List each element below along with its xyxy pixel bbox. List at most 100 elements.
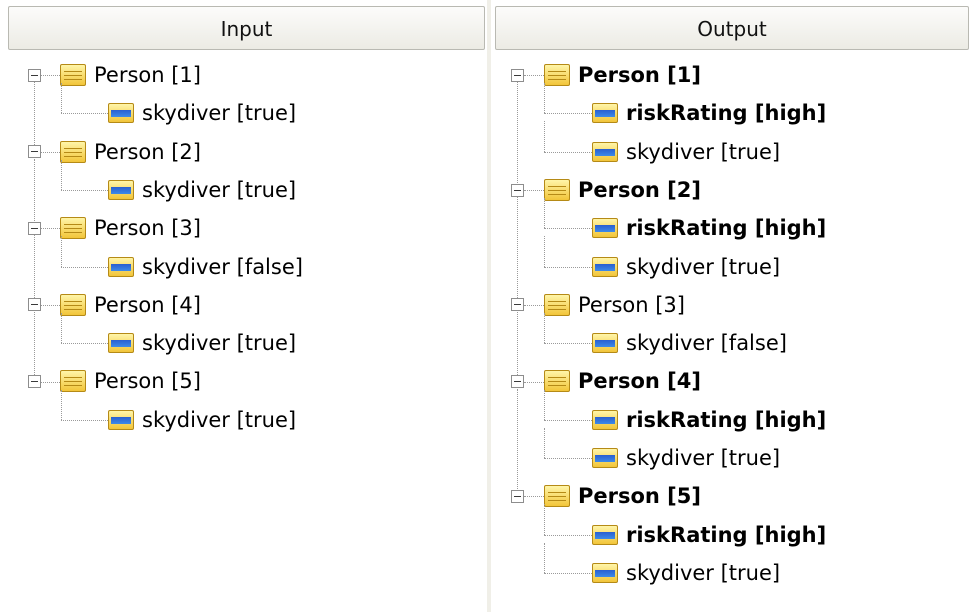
field-icon — [108, 103, 134, 124]
collapse-icon[interactable] — [511, 298, 524, 312]
person-label: Person [1] — [578, 63, 701, 87]
field-icon — [108, 409, 134, 430]
collapse-icon[interactable] — [511, 68, 524, 82]
tree-connector — [524, 381, 544, 383]
field-label: riskRating [high] — [626, 216, 827, 241]
tree-connector — [61, 266, 108, 268]
collapse-icon[interactable] — [28, 221, 41, 235]
field-label: skydiver [true] — [626, 254, 781, 279]
tree-node-field[interactable]: skydiver [true] — [592, 133, 780, 171]
tree-connector — [34, 235, 35, 298]
field-icon — [592, 524, 618, 545]
tree-connector — [544, 419, 592, 421]
tree-connector — [524, 190, 544, 192]
field-icon — [592, 141, 618, 162]
tree-node-field[interactable]: skydiver [true] — [592, 439, 780, 477]
tree-connector — [544, 113, 592, 115]
tree-node-field[interactable]: riskRating [high] — [592, 209, 826, 247]
tree-node-person[interactable]: Person [2] — [60, 133, 201, 171]
tree-node-field[interactable]: riskRating [high] — [592, 516, 826, 554]
person-label: Person [1] — [94, 63, 201, 87]
field-label: skydiver [true] — [626, 139, 781, 164]
tree-node-person[interactable]: Person [5] — [544, 477, 701, 515]
tree-connector — [544, 198, 545, 229]
tree-connector — [544, 151, 592, 153]
tree-connector — [544, 121, 545, 152]
tree-node-person[interactable]: Person [2] — [544, 171, 701, 209]
field-label: skydiver [false] — [626, 331, 787, 356]
tree-node-person[interactable]: Person [4] — [60, 286, 201, 324]
tree-node-person[interactable]: Person [1] — [544, 56, 701, 94]
object-icon — [544, 485, 570, 508]
object-icon — [60, 140, 86, 163]
person-label: Person [5] — [94, 369, 201, 394]
tree-connector — [544, 266, 592, 268]
tree-connector — [544, 427, 545, 459]
field-icon — [108, 256, 134, 277]
tree-node-field[interactable]: riskRating [high] — [592, 401, 826, 439]
tree-node-field[interactable]: skydiver [true] — [108, 324, 296, 362]
tree-connector — [41, 75, 60, 77]
field-label: riskRating [high] — [626, 522, 827, 547]
tree-node-field[interactable]: riskRating [high] — [592, 94, 826, 132]
tree-node-field[interactable]: skydiver [true] — [592, 248, 780, 286]
field-icon — [108, 333, 134, 354]
tree-connector — [544, 504, 545, 535]
output-panel: Output Person [1] riskRating [high] skydiv… — [491, 0, 973, 612]
collapse-icon[interactable] — [28, 145, 41, 159]
field-label: skydiver [true] — [626, 446, 781, 470]
tree-connector — [544, 389, 545, 420]
collapse-icon[interactable] — [511, 183, 524, 197]
collapse-icon[interactable] — [511, 375, 524, 389]
tree-connector — [61, 83, 62, 114]
tree-connector — [524, 496, 544, 498]
tree-node-field[interactable]: skydiver [true] — [108, 401, 296, 439]
input-panel: Input Person [1] skydiver [true] Person [2… — [0, 0, 487, 612]
tree-connector — [61, 113, 108, 115]
field-icon — [592, 562, 618, 583]
tree-node-field[interactable]: skydiver [true] — [592, 554, 780, 592]
tree-node-person[interactable]: Person [4] — [544, 362, 701, 400]
input-tree: Person [1] skydiver [true] Person [2] skydi… — [0, 0, 487, 612]
person-label: Person [2] — [578, 177, 701, 202]
tree-connector — [544, 228, 592, 230]
tree-connector — [544, 236, 545, 267]
collapse-icon[interactable] — [28, 68, 41, 82]
tree-connector — [41, 228, 60, 230]
object-icon — [60, 64, 86, 86]
field-icon — [592, 256, 618, 277]
person-label: Person [3] — [94, 216, 201, 241]
tree-connector — [544, 458, 592, 460]
tree-connector — [61, 312, 62, 344]
object-icon — [60, 217, 86, 240]
tree-node-field[interactable]: skydiver [true] — [108, 94, 296, 132]
field-label: skydiver [true] — [142, 101, 297, 126]
field-icon — [592, 409, 618, 430]
tree-node-person[interactable]: Person [3] — [60, 209, 201, 247]
collapse-icon[interactable] — [511, 489, 524, 503]
collapse-icon[interactable] — [28, 298, 41, 312]
tree-connector — [544, 542, 545, 574]
tree-node-field[interactable]: skydiver [false] — [108, 248, 303, 286]
tree-node-person[interactable]: Person [1] — [60, 56, 201, 94]
tree-connector — [517, 197, 518, 298]
field-label: skydiver [true] — [142, 407, 297, 432]
tree-connector — [61, 159, 62, 191]
tree-connector — [544, 83, 545, 114]
tree-connector — [517, 82, 518, 184]
collapse-icon[interactable] — [28, 375, 41, 389]
person-label: Person [4] — [578, 369, 701, 394]
tree-connector — [61, 190, 108, 192]
object-icon — [544, 178, 570, 201]
tree-node-field[interactable]: skydiver [true] — [108, 171, 296, 209]
tree-connector — [544, 343, 592, 345]
tree-node-field[interactable]: skydiver [false] — [592, 324, 787, 362]
tree-connector — [41, 304, 60, 306]
person-label: Person [5] — [578, 484, 701, 509]
tree-node-person[interactable]: Person [3] — [544, 286, 685, 324]
tree-node-person[interactable]: Person [5] — [60, 362, 201, 400]
object-icon — [544, 370, 570, 393]
output-tree: Person [1] riskRating [high] skydiver [tru… — [491, 0, 973, 612]
object-icon — [544, 64, 570, 86]
person-label: Person [3] — [578, 292, 685, 317]
